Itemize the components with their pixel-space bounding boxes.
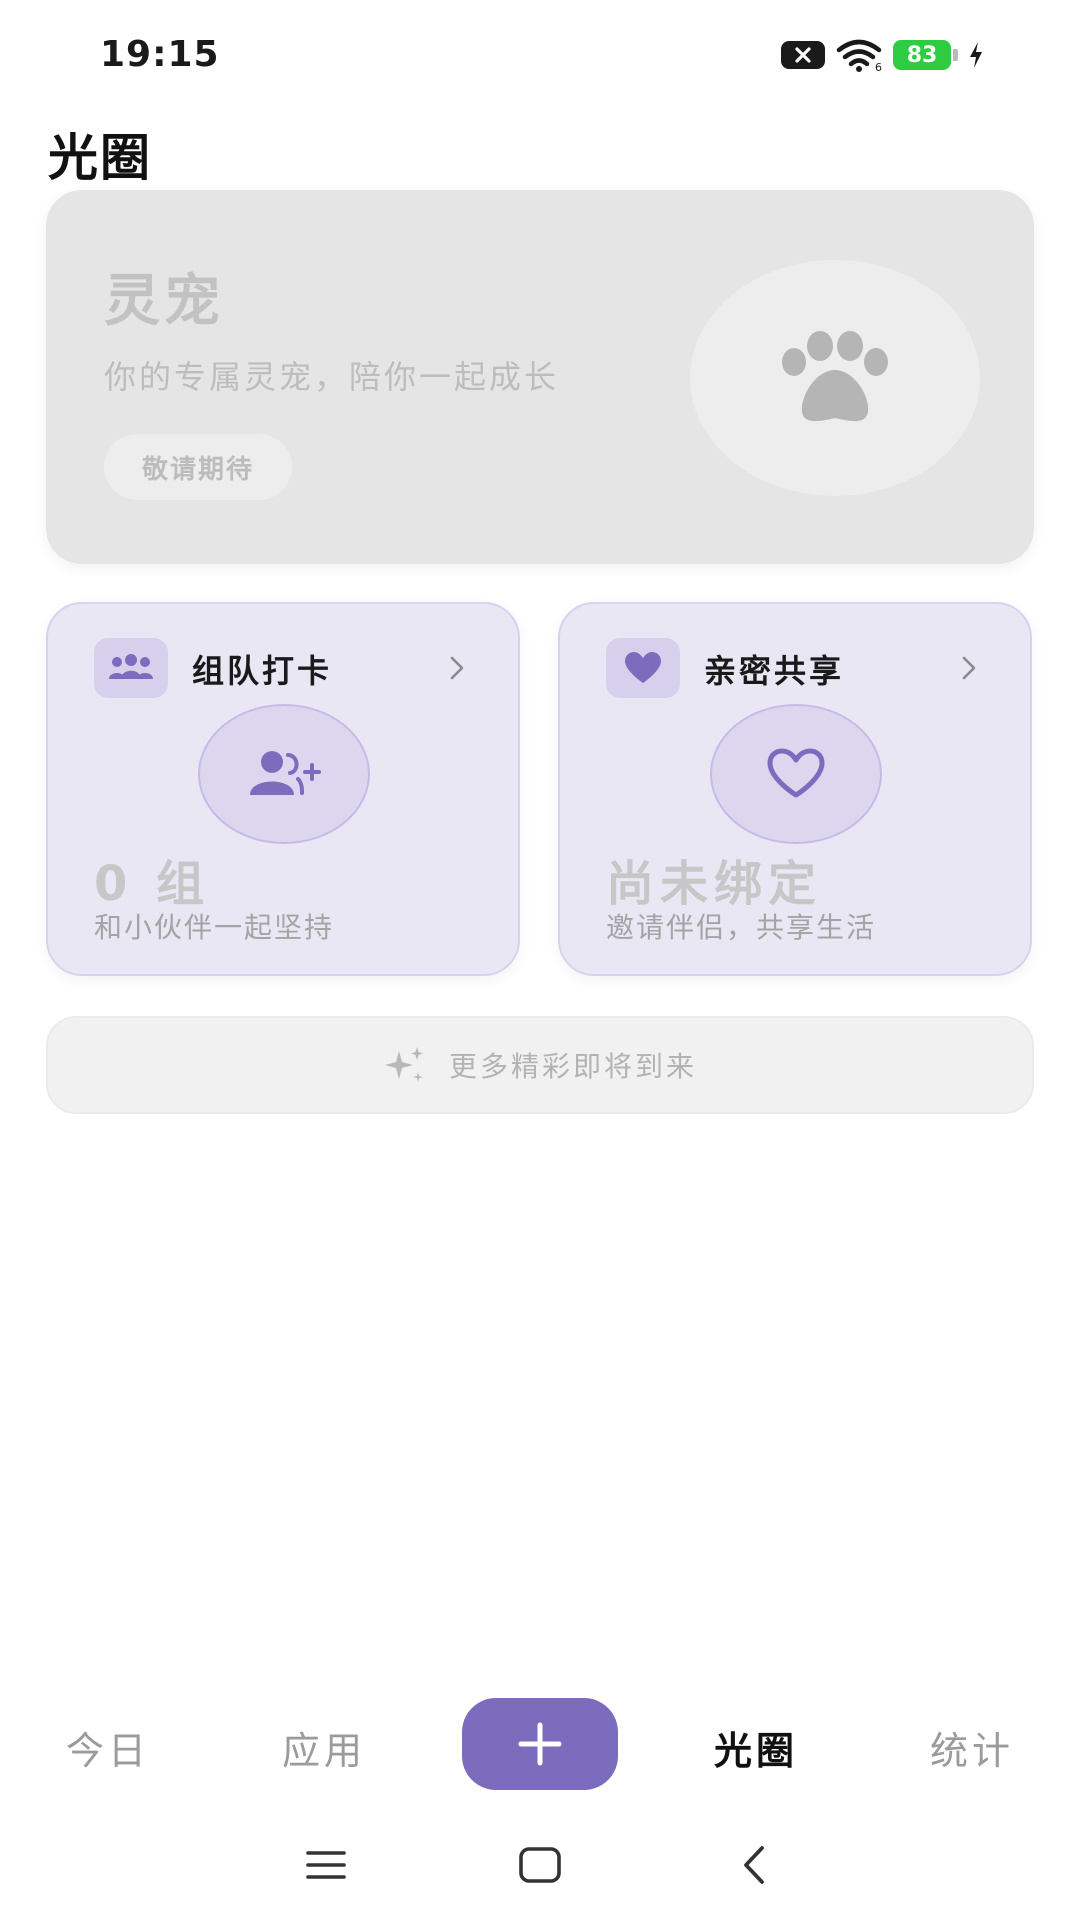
share-status-value: 尚未绑定 — [606, 856, 823, 912]
battery-cap — [953, 49, 958, 61]
pet-card-title: 灵宠 — [104, 269, 224, 334]
status-bar: 19:15 6 83 — [0, 0, 1080, 110]
svg-text:6: 6 — [875, 61, 882, 72]
share-card-center-circle[interactable] — [710, 704, 882, 844]
system-home-button[interactable] — [510, 1840, 570, 1890]
heart-icon — [625, 652, 661, 683]
intimate-share-card[interactable]: 亲密共享 尚未绑定 邀请伴侣，共享生活 — [558, 602, 1032, 976]
menu-icon — [306, 1851, 346, 1879]
share-card-title: 亲密共享 — [704, 652, 845, 690]
nav-tab-stats[interactable]: 统计 — [882, 1720, 1062, 1775]
pet-card[interactable]: 灵宠 你的专属灵宠，陪你一起成长 敬请期待 — [46, 190, 1034, 564]
back-icon — [744, 1846, 764, 1884]
home-square-icon — [519, 1847, 561, 1883]
heart-outline-icon — [767, 748, 825, 798]
system-nav-bar — [0, 1820, 1080, 1910]
page-title: 光圈 — [48, 129, 152, 187]
team-card-center-circle[interactable] — [198, 704, 370, 844]
wifi-icon: 6 — [836, 39, 882, 72]
team-card-description: 和小伙伴一起坚持 — [94, 911, 335, 944]
no-sim-icon — [781, 41, 825, 69]
more-coming-text: 更多精彩即将到来 — [448, 1050, 697, 1083]
paw-circle — [690, 260, 980, 496]
share-card-icon-box — [606, 638, 680, 698]
coming-soon-button[interactable]: 敬请期待 — [104, 434, 293, 500]
team-count-value: 0 组 — [94, 856, 211, 912]
battery-level: 83 — [893, 40, 951, 70]
team-card-icon-box — [94, 638, 168, 698]
status-icons: 6 83 — [781, 38, 984, 72]
paw-icon — [782, 331, 888, 422]
chevron-right-icon — [450, 656, 464, 680]
sparkle-icon — [384, 1047, 423, 1082]
charging-icon — [970, 42, 982, 68]
group-icon — [109, 654, 153, 679]
plus-icon — [518, 1722, 562, 1766]
add-user-icon — [250, 751, 321, 795]
team-card-title: 组队打卡 — [192, 652, 333, 690]
more-coming-banner: 更多精彩即将到来 — [46, 1016, 1034, 1114]
nav-tab-circle[interactable]: 光圈 — [666, 1720, 846, 1775]
share-card-description: 邀请伴侣，共享生活 — [606, 911, 877, 944]
status-time: 19:15 — [100, 34, 220, 75]
team-checkin-card[interactable]: 组队打卡 0 组 和小伙伴一起坚持 — [46, 602, 520, 976]
nav-tab-apps[interactable]: 应用 — [234, 1720, 414, 1775]
nav-tab-today[interactable]: 今日 — [18, 1720, 198, 1775]
add-button[interactable] — [462, 1698, 618, 1790]
pet-card-subtitle: 你的专属灵宠，陪你一起成长 — [104, 358, 560, 396]
chevron-right-icon — [962, 656, 976, 680]
system-menu-button[interactable] — [296, 1840, 356, 1890]
bottom-nav: 今日 应用 光圈 统计 — [0, 1690, 1080, 1800]
battery-indicator: 83 — [893, 40, 958, 70]
system-back-button[interactable] — [724, 1840, 784, 1890]
